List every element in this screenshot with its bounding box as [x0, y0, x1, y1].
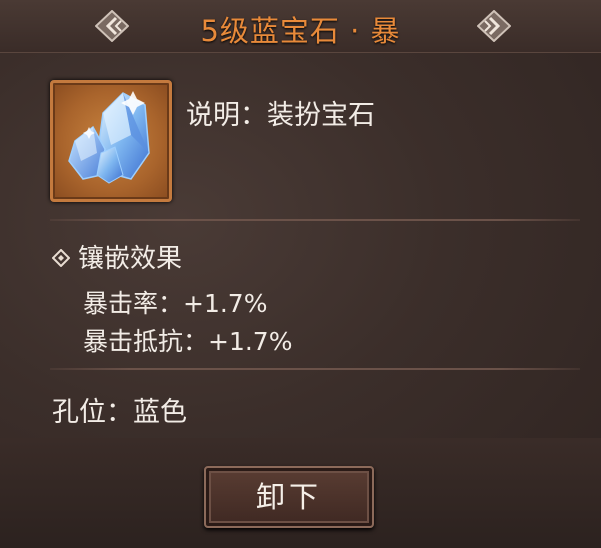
gem-icon-frame: [50, 80, 172, 202]
chevron-right-icon[interactable]: [477, 10, 511, 42]
divider: [50, 368, 580, 370]
divider: [50, 219, 580, 221]
diamond-bullet-icon: [52, 248, 70, 267]
blue-gem-icon: [68, 91, 150, 184]
unequip-button[interactable]: 卸下: [204, 466, 374, 528]
inlay-effect-label: 镶嵌效果: [78, 244, 183, 274]
stat-crit-resist: 暴击抵抗：+1.7%: [83, 327, 293, 356]
stat-crit-rate: 暴击率：+1.7%: [83, 289, 268, 318]
gem-tooltip-panel: 5级蓝宝石 · 暴 说明：装扮宝石 镶嵌效果 暴击率：+1.7% 暴击抵抗：+1…: [0, 0, 601, 548]
header-bar: 5级蓝宝石 · 暴: [0, 0, 601, 53]
inlay-effect-heading: 镶嵌效果: [52, 238, 182, 275]
gem-description: 说明：装扮宝石: [186, 100, 375, 131]
socket-color: 孔位：蓝色: [52, 397, 187, 428]
